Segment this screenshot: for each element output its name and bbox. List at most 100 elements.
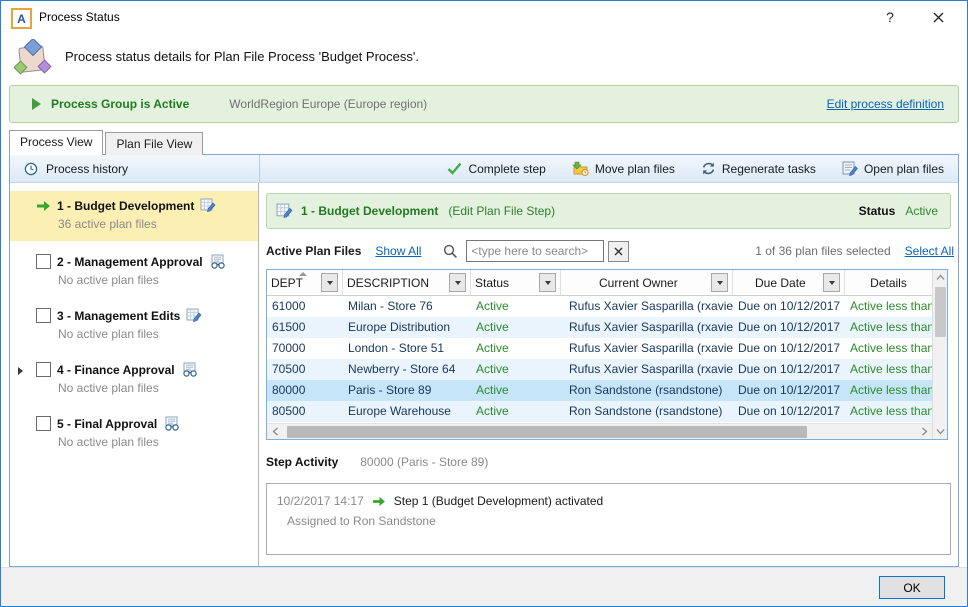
close-icon (933, 12, 944, 23)
cell-status: Active (471, 380, 561, 401)
search-icon (443, 244, 458, 259)
cell-owner: Ron Sandstone (rsandstone) (561, 380, 733, 401)
edit-step-icon (276, 203, 293, 219)
scroll-left-arrow[interactable] (267, 424, 283, 440)
help-button[interactable]: ? (875, 5, 905, 29)
process-history-label: Process history (46, 162, 128, 176)
table-row[interactable]: 70500 Newberry - Store 64 Active Rufus X… (267, 359, 932, 380)
current-step-type: (Edit Plan File Step) (448, 204, 555, 218)
help-icon: ? (886, 9, 894, 25)
step-item-4[interactable]: 4 - Finance Approval No active plan file… (10, 355, 258, 403)
tab-plan-file-view[interactable]: Plan File View (105, 132, 203, 155)
scroll-down-arrow[interactable] (933, 424, 948, 439)
activity-timestamp: 10/2/2017 14:17 (277, 494, 364, 508)
move-files-icon (572, 161, 589, 176)
activity-text: Step 1 (Budget Development) activated (394, 494, 603, 508)
plan-files-table: DEPT DESCRIPTION Status (266, 269, 948, 440)
step-checkbox[interactable] (36, 254, 51, 269)
column-header-description[interactable]: DESCRIPTION (343, 270, 471, 295)
review-step-icon (209, 254, 226, 269)
cell-owner: Rufus Xavier Sasparilla (rxavier) (561, 338, 733, 359)
scroll-up-arrow[interactable] (933, 270, 948, 285)
step-item-5[interactable]: 5 - Final Approval No active plan files (10, 409, 258, 457)
column-header-due-date[interactable]: Due Date (733, 270, 845, 295)
cell-owner: Rufus Xavier Sasparilla (rxavier) (561, 359, 733, 380)
move-plan-files-button[interactable]: Move plan files (572, 161, 675, 176)
process-steps-panel: 1 - Budget Development 36 active plan fi… (10, 183, 259, 566)
current-step-header: 1 - Budget Development (Edit Plan File S… (266, 193, 951, 229)
activity-entry: 10/2/2017 14:17 Step 1 (Budget Developme… (277, 494, 950, 508)
filter-dropdown-description[interactable] (449, 273, 466, 292)
toolbar-actions: Complete step Move plan files (260, 161, 944, 176)
expander-icon[interactable] (18, 367, 23, 375)
regenerate-tasks-label: Regenerate tasks (722, 162, 816, 176)
cell-due-date: Due on 10/12/2017 (733, 401, 845, 422)
horizontal-scroll-thumb[interactable] (287, 426, 807, 438)
filter-dropdown-owner[interactable] (711, 273, 728, 292)
cell-due-date: Due on 10/12/2017 (733, 380, 845, 401)
tab-process-view[interactable]: Process View (9, 130, 103, 155)
scroll-right-arrow[interactable] (916, 424, 932, 440)
move-plan-files-label: Move plan files (595, 162, 675, 176)
active-plan-files-bar: Active Plan Files Show All 1 of 36 plan … (266, 239, 954, 263)
clear-icon (614, 247, 623, 256)
process-group-scope: WorldRegion Europe (Europe region) (229, 97, 427, 111)
column-header-status[interactable]: Status (471, 270, 561, 295)
dialog-header: Process status details for Plan File Pro… (1, 33, 967, 81)
cell-details: Active less than (845, 359, 932, 380)
column-header-dept[interactable]: DEPT (267, 270, 343, 295)
step-title: 5 - Final Approval (57, 417, 157, 431)
complete-step-label: Complete step (468, 162, 545, 176)
cell-details: Active less than (845, 338, 932, 359)
table-row[interactable]: 61000 Milan - Store 76 Active Rufus Xavi… (267, 296, 932, 317)
step-checkbox[interactable] (36, 308, 51, 323)
cell-dept: 70500 (267, 359, 343, 380)
clear-search-button[interactable] (608, 241, 629, 262)
step-subtitle: 36 active plan files (58, 217, 252, 231)
select-all-link[interactable]: Select All (905, 244, 954, 258)
step-checkbox[interactable] (36, 362, 51, 377)
ok-button[interactable]: OK (879, 576, 945, 599)
dialog-footer: OK (1, 567, 967, 606)
show-all-link[interactable]: Show All (375, 244, 421, 258)
search-input[interactable] (466, 240, 604, 262)
regenerate-tasks-button[interactable]: Regenerate tasks (701, 161, 816, 176)
table-row-selected[interactable]: 80000 Paris - Store 89 Active Ron Sandst… (267, 380, 932, 401)
table-row[interactable]: 80500 Europe Warehouse Active Ron Sandst… (267, 401, 932, 422)
vertical-scroll-thumb[interactable] (935, 287, 946, 337)
cell-details: Active less than (845, 380, 932, 401)
horizontal-scrollbar[interactable] (267, 423, 932, 439)
title-bar: A Process Status ? (1, 1, 967, 33)
cell-dept: 80500 (267, 401, 343, 422)
filter-dropdown-due-date[interactable] (823, 273, 840, 292)
cell-owner: Ron Sandstone (rsandstone) (561, 401, 733, 422)
cell-description: Milan - Store 76 (343, 296, 471, 317)
column-header-owner[interactable]: Current Owner (561, 270, 733, 295)
process-history-header: Process history (10, 155, 260, 182)
step-checkbox[interactable] (36, 416, 51, 431)
process-view-panel: Process history Complete step Move plan … (9, 154, 959, 567)
edit-step-icon (186, 308, 202, 323)
open-plan-files-button[interactable]: Open plan files (842, 161, 944, 176)
activity-detail: Assigned to Ron Sandstone (287, 514, 950, 528)
complete-step-button[interactable]: Complete step (447, 161, 545, 176)
process-status-dialog: A Process Status ? Process status detail… (0, 0, 968, 607)
chevron-down-icon (327, 281, 333, 285)
step-activity-context: 80000 (Paris - Store 89) (360, 455, 488, 469)
filter-dropdown-dept[interactable] (321, 273, 338, 292)
play-icon (32, 98, 41, 110)
column-header-details[interactable]: Details (845, 270, 932, 295)
close-button[interactable] (923, 5, 953, 29)
step-item-2[interactable]: 2 - Management Approval No active plan f… (10, 247, 258, 295)
vertical-scrollbar[interactable] (932, 270, 947, 439)
step-item-3[interactable]: 3 - Management Edits No active plan file… (10, 301, 258, 349)
cell-description: Paris - Store 89 (343, 380, 471, 401)
table-row[interactable]: 61500 Europe Distribution Active Rufus X… (267, 317, 932, 338)
cell-dept: 61000 (267, 296, 343, 317)
filter-dropdown-status[interactable] (539, 273, 556, 292)
step-item-1[interactable]: 1 - Budget Development 36 active plan fi… (10, 191, 258, 241)
table-row[interactable]: 70000 London - Store 51 Active Rufus Xav… (267, 338, 932, 359)
edit-process-definition-link[interactable]: Edit process definition (827, 97, 944, 111)
process-group-banner: Process Group is Active WorldRegion Euro… (9, 85, 959, 123)
step-activity-header: Step Activity 80000 (Paris - Store 89) (266, 455, 488, 469)
